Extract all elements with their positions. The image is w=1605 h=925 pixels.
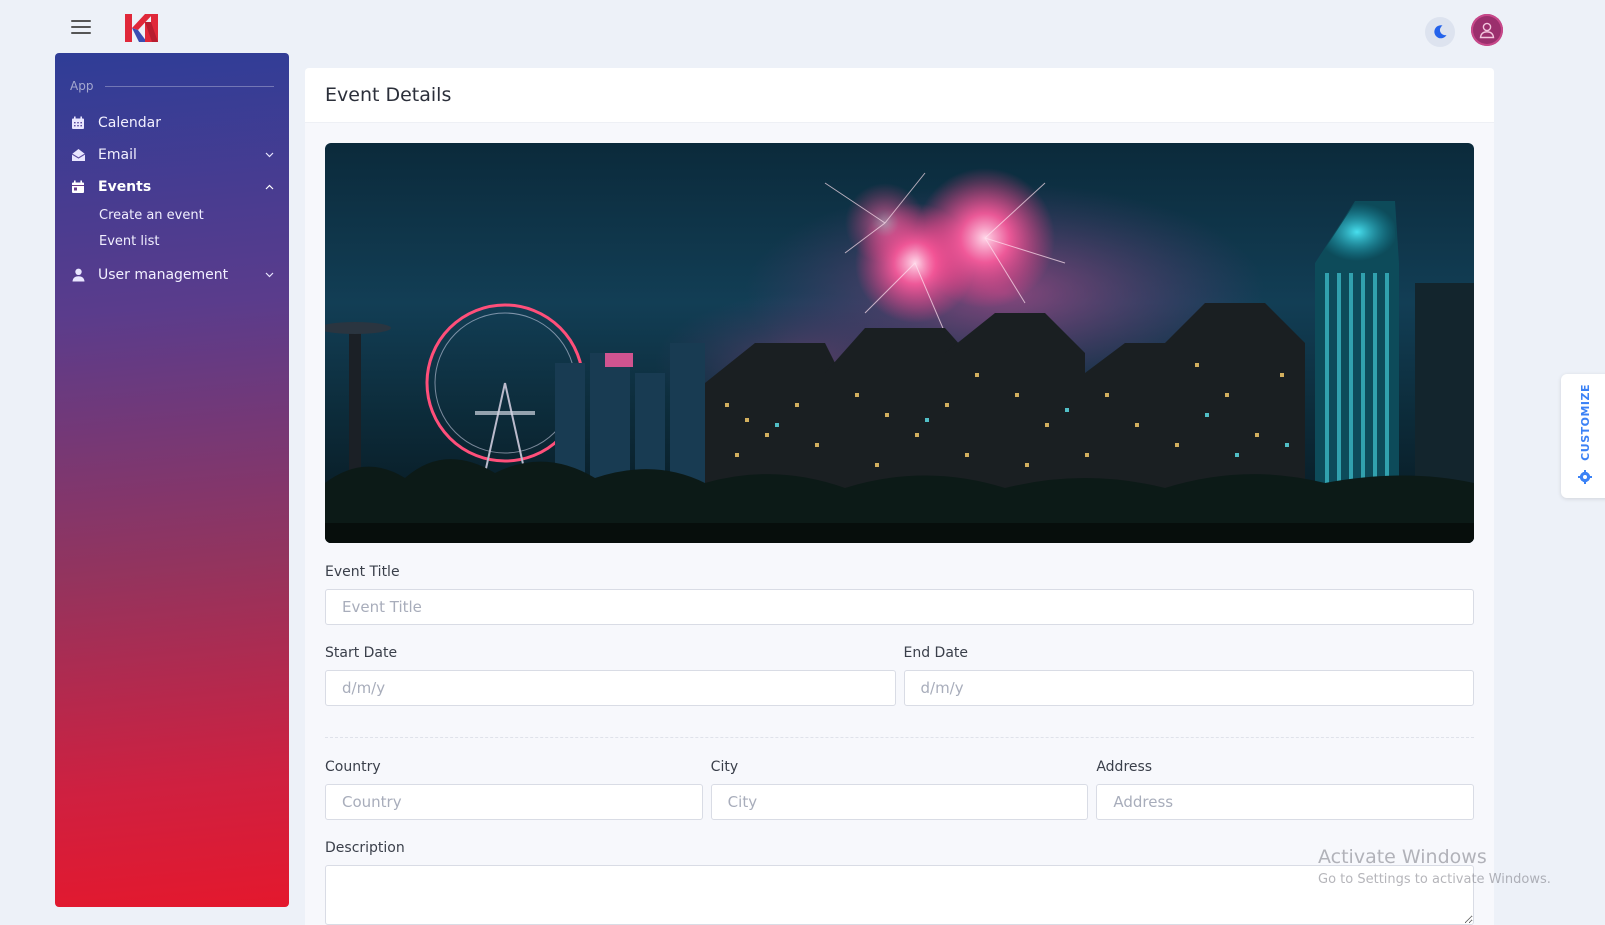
sidebar-item-email[interactable]: Email xyxy=(55,139,289,171)
page-title: Event Details xyxy=(305,68,1494,123)
sidebar-subitem-event-list[interactable]: Event list xyxy=(55,229,289,255)
sidebar-section-header: App xyxy=(55,79,289,93)
sidebar-divider xyxy=(105,85,274,87)
events-submenu: Create an event Event list xyxy=(55,203,289,255)
moon-icon xyxy=(1434,25,1447,39)
user-avatar[interactable] xyxy=(1471,14,1503,46)
app-logo[interactable] xyxy=(123,12,167,44)
address-input[interactable] xyxy=(1096,784,1475,820)
mail-open-icon xyxy=(70,147,86,163)
customize-tab[interactable]: CUSTOMIZE xyxy=(1561,374,1605,498)
chevron-down-icon xyxy=(264,270,274,280)
country-input[interactable] xyxy=(325,784,703,820)
form-divider xyxy=(325,737,1474,738)
city-input[interactable] xyxy=(710,784,1089,820)
city-label: City xyxy=(710,759,739,775)
sidebar-item-label: Calendar xyxy=(98,115,161,131)
start-date-label: Start Date xyxy=(325,645,398,661)
start-date-input[interactable] xyxy=(325,670,896,706)
hamburger-menu-icon[interactable] xyxy=(71,20,91,36)
theme-toggle-button[interactable] xyxy=(1425,17,1455,47)
sidebar-item-calendar[interactable]: Calendar xyxy=(55,107,289,139)
gear-icon xyxy=(1578,469,1592,488)
user-icon xyxy=(70,267,86,283)
description-label: Description xyxy=(325,840,405,856)
event-details-card: Event Details Event Title Event Title St… xyxy=(305,68,1494,925)
sidebar-item-user-management[interactable]: User management xyxy=(55,259,289,291)
chevron-up-icon xyxy=(264,182,274,192)
sidebar-item-label: Events xyxy=(98,179,152,195)
chevron-down-icon xyxy=(264,150,274,160)
sidebar-item-events[interactable]: Events xyxy=(55,171,289,203)
end-date-input[interactable] xyxy=(903,670,1474,706)
sidebar: App Calendar Email Events Create an even… xyxy=(55,53,289,907)
calendar-icon xyxy=(70,115,86,131)
customize-label: CUSTOMIZE xyxy=(1578,384,1592,461)
sidebar-subitem-create-event[interactable]: Create an event xyxy=(55,203,289,229)
calendar-event-icon xyxy=(70,179,86,195)
end-date-label: End Date xyxy=(903,645,969,661)
country-label: Country xyxy=(325,759,381,775)
event-title-input[interactable] xyxy=(325,589,1474,625)
sidebar-item-label: User management xyxy=(98,267,229,283)
event-title-label: Event Title xyxy=(325,564,400,580)
sidebar-section-label: App xyxy=(70,79,94,93)
event-banner-image xyxy=(325,143,1474,543)
sidebar-item-label: Email xyxy=(98,147,137,163)
user-icon xyxy=(1479,22,1495,39)
description-textarea[interactable] xyxy=(325,865,1474,925)
address-label: Address xyxy=(1096,759,1153,775)
